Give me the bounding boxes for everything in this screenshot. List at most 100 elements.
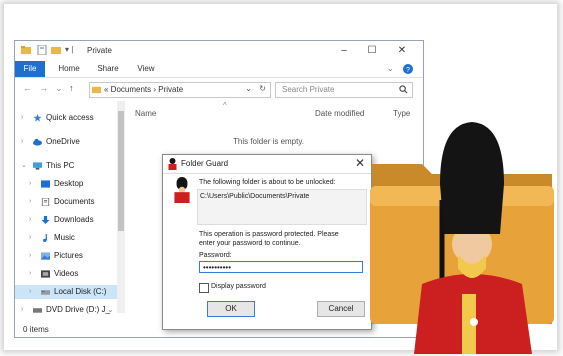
folder-guard-dialog: Folder Guard ✕ The following folder is a… (162, 154, 372, 330)
navigation-pane: › Quick access › OneDrive ⌄ This PC › De… (15, 101, 117, 323)
breadcrumb-private[interactable]: Private (158, 85, 183, 94)
display-password-label[interactable]: Display password (211, 283, 266, 290)
title-bar: ▾ | Private – ☐ ✕ (15, 41, 423, 61)
sidebar-item-videos[interactable]: › Videos (15, 267, 117, 281)
videos-icon (41, 270, 50, 278)
sidebar-item-dvd-drive[interactable]: › DVD Drive (D:) J_ ⌄ (15, 303, 117, 317)
sidebar-item-label: Music (54, 233, 75, 242)
sidebar-item-label: Documents (54, 197, 95, 206)
sidebar-item-label: Pictures (54, 251, 83, 260)
chevron-down-icon[interactable]: ⌄ (21, 159, 27, 173)
refresh-icon[interactable]: ↻ (259, 84, 266, 93)
breadcrumb-documents[interactable]: Documents (111, 85, 151, 94)
downloads-icon (41, 216, 50, 224)
recent-locations-icon[interactable]: ⌄ (55, 83, 63, 94)
pictures-icon (41, 252, 50, 260)
qa-dropdown-icon[interactable]: ▾ | (65, 45, 73, 54)
empty-folder-message: This folder is empty. (233, 137, 304, 146)
back-icon[interactable]: ← (23, 83, 32, 93)
sidebar-item-label: OneDrive (46, 137, 80, 146)
address-bar[interactable]: « Documents › Private ⌄ ↻ (89, 82, 271, 98)
sidebar-item-music[interactable]: › Music (15, 231, 117, 245)
protection-note-line1: This operation is password protected. Pl… (199, 231, 339, 238)
chevron-right-icon[interactable]: › (29, 267, 31, 281)
column-header-date-modified[interactable]: Date modified (315, 109, 364, 118)
chevron-right-icon[interactable]: › (21, 303, 23, 317)
column-header-name[interactable]: Name (135, 109, 156, 118)
chevron-right-icon[interactable]: › (29, 195, 31, 209)
dialog-title-bar: Folder Guard ✕ (163, 155, 371, 174)
sidebar-item-label: This PC (46, 161, 75, 170)
tab-home[interactable]: Home (55, 61, 83, 77)
sidebar-item-quick-access[interactable]: › Quick access (15, 111, 117, 125)
sidebar-item-onedrive[interactable]: › OneDrive (15, 135, 117, 149)
close-button[interactable]: ✕ (393, 44, 411, 58)
sidebar-item-label: Quick access (46, 113, 94, 122)
chevron-right-icon[interactable]: › (29, 231, 31, 245)
chevron-down-icon[interactable]: ⌄ (107, 303, 114, 317)
screenshot-frame: ▾ | Private – ☐ ✕ File Home Share View ⌄… (4, 4, 557, 354)
guard-icon (174, 177, 190, 203)
svg-text:?: ? (406, 67, 410, 74)
sort-arrow-icon: ^ (223, 101, 227, 110)
search-placeholder: Search Private (282, 85, 335, 94)
password-label: Password: (199, 252, 232, 259)
desktop-icon (41, 180, 50, 188)
sidebar-item-pictures[interactable]: › Pictures (15, 249, 117, 263)
drive-icon (41, 290, 50, 295)
ok-button[interactable]: OK (207, 301, 255, 317)
scrollbar-thumb[interactable] (118, 111, 124, 231)
folder-guard-illustration (370, 122, 554, 354)
sidebar-item-label: DVD Drive (D:) J_ (46, 305, 111, 314)
dialog-title: Folder Guard (181, 159, 229, 168)
help-icon[interactable]: ? (403, 64, 413, 74)
chevron-right-icon[interactable]: › (29, 249, 31, 263)
folder-icon (92, 86, 101, 94)
dvd-icon (33, 308, 42, 313)
search-input[interactable]: Search Private (275, 82, 413, 98)
cloud-icon (33, 138, 42, 146)
sidebar-item-documents[interactable]: › Documents (15, 195, 117, 209)
sidebar-item-desktop[interactable]: › Desktop (15, 177, 125, 191)
star-icon (33, 114, 42, 122)
sidebar-item-label: Desktop (54, 179, 84, 188)
chevron-right-icon[interactable]: › (29, 177, 31, 191)
ribbon: File Home Share View ⌄ ? (15, 61, 423, 78)
sidebar-item-downloads[interactable]: › Downloads (15, 213, 117, 227)
chevron-right-icon[interactable]: › (29, 213, 31, 227)
cancel-button[interactable]: Cancel (317, 301, 365, 317)
new-folder-icon[interactable] (51, 45, 61, 55)
ribbon-expand-icon[interactable]: ⌄ (387, 64, 394, 73)
documents-icon (41, 198, 50, 206)
protection-note-line2: enter your password to continue. (199, 240, 301, 247)
sidebar-item-label: Videos (54, 269, 79, 278)
chevron-right-icon[interactable]: › (21, 135, 23, 149)
properties-icon[interactable] (37, 45, 47, 55)
sidebar-item-local-disk[interactable]: › Local Disk (C:) (15, 285, 117, 299)
sidebar-item-label: Local Disk (C:) (54, 287, 107, 296)
guard-icon (168, 158, 177, 170)
chevron-right-icon[interactable]: › (29, 285, 31, 299)
folder-path-box: C:\Users\Public\Documents\Private (197, 189, 367, 225)
search-icon (399, 85, 408, 94)
item-count: 0 items (23, 325, 49, 334)
folder-icon (21, 46, 31, 54)
computer-icon (33, 162, 42, 170)
window-title: Private (87, 46, 112, 55)
up-icon[interactable]: ↑ (69, 83, 74, 93)
password-field[interactable]: •••••••••• (199, 261, 363, 273)
folder-path: C:\Users\Public\Documents\Private (200, 193, 310, 200)
forward-icon[interactable]: → (39, 83, 48, 93)
chevron-right-icon[interactable]: › (21, 111, 23, 125)
tab-file[interactable]: File (15, 61, 45, 77)
sidebar-item-this-pc[interactable]: ⌄ This PC (15, 159, 117, 173)
nav-scrollbar[interactable] (117, 101, 125, 313)
sidebar-item-label: Downloads (54, 215, 94, 224)
address-dropdown-icon[interactable]: ⌄ (245, 84, 252, 93)
tab-share[interactable]: Share (93, 61, 123, 77)
minimize-button[interactable]: – (335, 44, 353, 58)
display-password-checkbox[interactable] (199, 283, 209, 293)
maximize-button[interactable]: ☐ (363, 44, 381, 58)
tab-view[interactable]: View (133, 61, 159, 77)
unlock-message: The following folder is about to be unlo… (199, 179, 336, 186)
